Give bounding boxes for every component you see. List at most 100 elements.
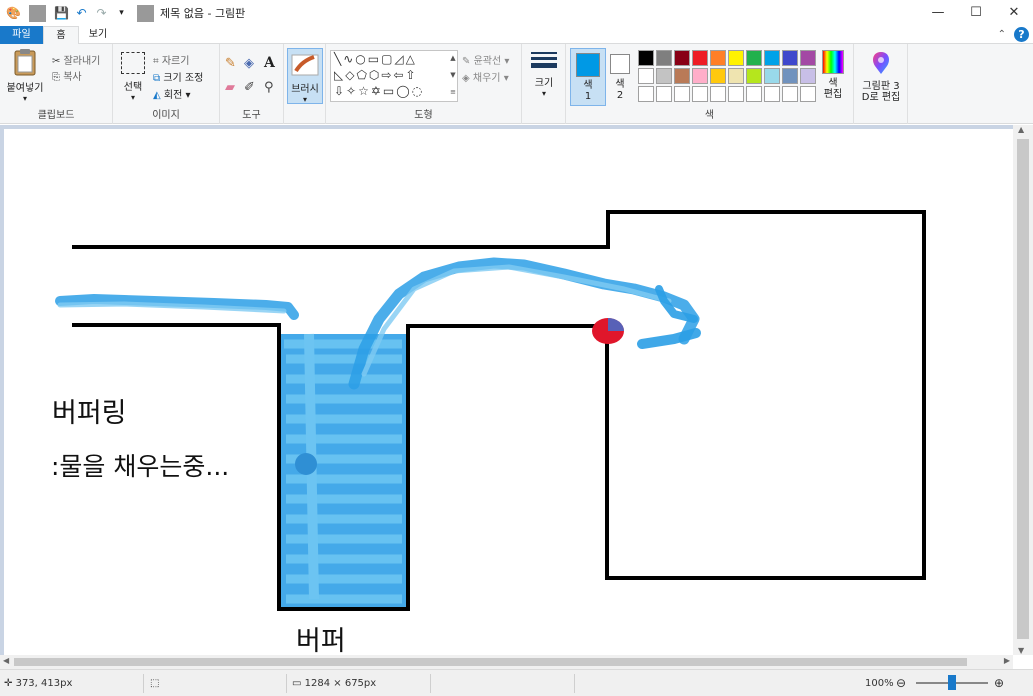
image-group: 선택 ▾ ⌗ 자르기 ⧉ 크기 조정 ◭ 회전 ▾ 이미지 xyxy=(113,44,220,124)
palette-swatch[interactable] xyxy=(782,86,798,102)
paint-app-icon[interactable]: 🎨 xyxy=(5,5,22,22)
title-bar: 🎨 💾 ↶ ↷ ▾ 제목 없음 - 그림판 — ☐ ✕ xyxy=(0,0,1033,26)
cut-button[interactable]: ✂ 잘라내기 xyxy=(52,52,100,67)
palette-swatch[interactable] xyxy=(764,86,780,102)
customize-dropdown-icon[interactable]: ▾ xyxy=(113,5,130,22)
horizontal-scroll-thumb[interactable] xyxy=(14,658,967,666)
brushes-button[interactable]: 브러시 ▾ xyxy=(287,48,323,104)
palette-swatch[interactable] xyxy=(746,50,762,66)
image-group-label: 이미지 xyxy=(152,110,180,121)
chevron-down-icon: ▾ xyxy=(130,93,135,102)
eraser-icon[interactable]: ▰ xyxy=(225,80,235,95)
palette-swatch[interactable] xyxy=(674,50,690,66)
undo-icon[interactable]: ↶ xyxy=(73,5,90,22)
palette-swatch[interactable] xyxy=(692,68,708,84)
palette-swatch[interactable] xyxy=(728,68,744,84)
palette-swatch[interactable] xyxy=(710,68,726,84)
palette-swatch[interactable] xyxy=(746,68,762,84)
drawing-canvas[interactable]: 버퍼링 :물을 채우는중... 버퍼 xyxy=(4,129,1013,655)
palette-swatch[interactable] xyxy=(764,50,780,66)
text-icon[interactable]: A xyxy=(264,55,275,71)
line-size-icon xyxy=(531,52,557,68)
palette-swatch[interactable] xyxy=(764,68,780,84)
outline-button[interactable]: ✎ 윤곽선 ▾ xyxy=(462,52,509,67)
palette-swatch[interactable] xyxy=(638,86,654,102)
magnifier-icon[interactable]: ⚲ xyxy=(264,80,274,95)
palette-swatch[interactable] xyxy=(692,50,708,66)
shapes-gallery[interactable]: ╲∿○▭▢◿△ ◺◇⬠⬡⇨⇦⇧ ⇩✧☆✡▭◯◌ xyxy=(330,50,458,102)
copy-icon: ⎘ xyxy=(52,72,60,83)
close-button[interactable]: ✕ xyxy=(995,0,1033,26)
color1-button[interactable]: 색 1 xyxy=(570,48,606,106)
palette-swatch[interactable] xyxy=(728,86,744,102)
select-button[interactable]: 선택 ▾ xyxy=(119,52,147,102)
palette-swatch[interactable] xyxy=(746,86,762,102)
fill-label: 채우기 xyxy=(472,73,501,84)
minimize-button[interactable]: — xyxy=(919,0,957,26)
pencil-icon[interactable]: ✎ xyxy=(225,56,236,71)
color-picker-icon[interactable]: ✐ xyxy=(244,80,255,95)
maximize-button[interactable]: ☐ xyxy=(957,0,995,26)
palette-swatch[interactable] xyxy=(800,86,816,102)
status-divider xyxy=(286,674,287,693)
save-icon[interactable]: 💾 xyxy=(53,5,70,22)
palette-swatch[interactable] xyxy=(800,50,816,66)
shapes-group: ╲∿○▭▢◿△ ◺◇⬠⬡⇨⇦⇧ ⇩✧☆✡▭◯◌ ▲ ▼ ≡ ✎ 윤곽선 ▾ ◈ 채우… xyxy=(326,44,522,124)
redo-icon[interactable]: ↷ xyxy=(93,5,110,22)
cursor-position: ✛ 373, 413px xyxy=(4,674,72,693)
palette-swatch[interactable] xyxy=(674,68,690,84)
scroll-left-icon[interactable]: ◀ xyxy=(3,656,9,665)
fill-button[interactable]: ◈ 채우기 ▾ xyxy=(462,69,509,84)
edit-colors-button[interactable]: 색 편집 xyxy=(818,50,848,100)
horizontal-scrollbar[interactable]: ◀ ▶ xyxy=(0,655,1013,669)
tab-file[interactable]: 파일 xyxy=(0,26,43,44)
shapes-group-label: 도형 xyxy=(414,110,433,121)
palette-swatch[interactable] xyxy=(656,86,672,102)
color2-button[interactable]: 색 2 xyxy=(608,48,632,106)
chevron-down-icon: ▾ xyxy=(541,89,546,98)
collapse-ribbon-icon[interactable]: ⌃ xyxy=(998,29,1006,40)
paste-label: 붙여넣기 xyxy=(6,83,44,94)
tab-home[interactable]: 홈 xyxy=(43,26,79,44)
palette-swatch[interactable] xyxy=(710,86,726,102)
help-icon[interactable]: ? xyxy=(1014,27,1029,42)
vertical-scroll-thumb[interactable] xyxy=(1017,139,1029,639)
scroll-right-icon[interactable]: ▶ xyxy=(1004,656,1010,665)
paste-button[interactable]: 붙여넣기 ▾ xyxy=(4,48,46,103)
palette-swatch[interactable] xyxy=(674,86,690,102)
palette-swatch[interactable] xyxy=(638,50,654,66)
resize-button[interactable]: ⧉ 크기 조정 xyxy=(153,69,203,84)
tab-view[interactable]: 보기 xyxy=(79,26,117,44)
rotate-button[interactable]: ◭ 회전 ▾ xyxy=(153,86,191,101)
palette-swatch[interactable] xyxy=(656,50,672,66)
shapes-scroll[interactable]: ▲ ▼ ≡ xyxy=(448,50,458,102)
palette-swatch[interactable] xyxy=(782,50,798,66)
separator xyxy=(137,4,154,22)
copy-button[interactable]: ⎘ 복사 xyxy=(52,68,82,83)
water-fill xyxy=(281,333,406,607)
palette-swatch[interactable] xyxy=(638,68,654,84)
color1-swatch xyxy=(576,53,600,77)
crop-button[interactable]: ⌗ 자르기 xyxy=(153,52,189,67)
palette-swatch[interactable] xyxy=(656,68,672,84)
tools-group-label: 도구 xyxy=(242,110,261,121)
palette-swatch[interactable] xyxy=(800,68,816,84)
zoom-in-icon[interactable]: ⊕ xyxy=(994,674,1004,693)
fill-bucket-icon[interactable]: ◈ xyxy=(244,56,254,71)
palette-swatch[interactable] xyxy=(782,68,798,84)
zoom-slider-thumb[interactable] xyxy=(948,675,956,690)
edit-with-paint3d-button[interactable]: 그림판 3 D로 편집 xyxy=(856,50,906,103)
brushes-group: 브러시 ▾ xyxy=(284,44,326,124)
palette-swatch[interactable] xyxy=(728,50,744,66)
zoom-out-icon[interactable]: ⊖ xyxy=(896,674,906,693)
palette-swatch[interactable] xyxy=(692,86,708,102)
canvas-size-icon: ▭ xyxy=(292,678,302,689)
tools-group: ✎ ◈ A ▰ ✐ ⚲ 도구 xyxy=(220,44,284,124)
scroll-down-icon[interactable]: ▼ xyxy=(1018,646,1024,655)
chevron-down-icon: ▾ xyxy=(504,56,510,67)
status-bar: ✛ 373, 413px ⬚ ▭ 1284 × 675px 100% ⊖ ⊕ xyxy=(0,669,1033,696)
vertical-scrollbar[interactable]: ▲ ▼ xyxy=(1013,125,1033,655)
size-button[interactable]: 크기 ▾ xyxy=(528,52,560,98)
scroll-up-icon[interactable]: ▲ xyxy=(1018,125,1024,134)
palette-swatch[interactable] xyxy=(710,50,726,66)
